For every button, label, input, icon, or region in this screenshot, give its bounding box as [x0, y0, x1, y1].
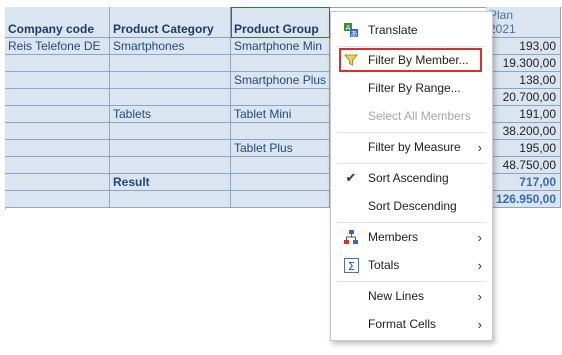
menu-separator — [337, 222, 486, 223]
menu-item-label: Sort Ascending — [368, 171, 449, 185]
cell-company-code[interactable] — [5, 106, 110, 123]
header-product-group[interactable]: Product Group — [231, 7, 330, 38]
menu-item-select-all-members: Select All Members — [331, 103, 492, 129]
menu-item-label: Filter by Measure — [368, 140, 461, 154]
menu-item-label: Translate — [368, 23, 418, 37]
cell-company-code[interactable] — [5, 140, 110, 157]
menu-item-label: Select All Members — [368, 109, 471, 123]
cell-plan-value[interactable]: 195,00 — [486, 140, 561, 157]
chevron-right-icon: › — [477, 139, 482, 155]
cell-product-category[interactable] — [110, 72, 231, 89]
header-product-category[interactable]: Product Category — [110, 7, 231, 38]
menu-separator — [337, 163, 486, 164]
menu-item-totals[interactable]: Σ Totals › — [331, 252, 492, 278]
cell-plan-value[interactable]: 193,00 — [486, 38, 561, 55]
cell-product-group[interactable]: Tablet Plus — [231, 140, 330, 157]
context-menu: A あ Translate Filter By Member... Filter… — [330, 11, 493, 341]
cell-product-group[interactable]: Tablet Mini — [231, 106, 330, 123]
cell-product-group[interactable] — [231, 174, 330, 191]
hierarchy-icon — [343, 229, 359, 245]
menu-item-label: Filter By Member... — [368, 53, 469, 67]
menu-item-members[interactable]: Members › — [331, 224, 492, 250]
cell-product-category[interactable] — [110, 123, 231, 140]
cell-company-code[interactable] — [5, 72, 110, 89]
cell-product-category[interactable] — [110, 140, 231, 157]
menu-item-format-cells[interactable]: Format Cells › — [331, 311, 492, 337]
cell-product-group[interactable] — [231, 123, 330, 140]
cell-company-code[interactable] — [5, 174, 110, 191]
cell-company-code[interactable] — [5, 123, 110, 140]
cell-product-group[interactable] — [231, 157, 330, 174]
menu-separator — [337, 132, 486, 133]
cell-product-group[interactable] — [231, 55, 330, 72]
cell-product-category[interactable]: Tablets — [110, 106, 231, 123]
cell-plan-value[interactable]: 138,00 — [486, 72, 561, 89]
funnel-icon — [343, 52, 359, 68]
menu-item-label: Totals — [368, 258, 400, 272]
header-plan-label: Plan — [489, 8, 514, 22]
cell-product-category[interactable]: Result — [110, 174, 231, 191]
menu-item-new-lines[interactable]: New Lines › — [331, 283, 492, 309]
menu-item-filter-by-member[interactable]: Filter By Member... — [331, 47, 492, 73]
cell-plan-value[interactable]: 20.700,00 — [486, 89, 561, 106]
menu-item-label: Members — [368, 230, 419, 244]
cell-company-code[interactable] — [5, 55, 110, 72]
menu-item-filter-by-measure[interactable]: Filter by Measure › — [331, 134, 492, 160]
chevron-right-icon: › — [477, 316, 482, 332]
cell-plan-value[interactable]: 48.750,00 — [486, 157, 561, 174]
menu-item-label: Sort Descending — [368, 199, 457, 213]
chevron-right-icon: › — [477, 257, 482, 273]
menu-item-sort-descending[interactable]: Sort Descending — [331, 193, 492, 219]
cell-company-code[interactable] — [5, 89, 110, 106]
cell-product-category[interactable] — [110, 89, 231, 106]
menu-item-translate[interactable]: A あ Translate — [331, 17, 492, 43]
cell-plan-value[interactable]: 38.200,00 — [486, 123, 561, 140]
sigma-icon: Σ — [343, 257, 359, 273]
cell-product-group[interactable]: Smartphone Min — [231, 38, 330, 55]
cell-product-group[interactable] — [231, 191, 330, 208]
header-plan-2021[interactable]: Plan 2021 — [486, 7, 561, 38]
cell-company-code[interactable] — [5, 191, 110, 208]
cell-company-code[interactable] — [5, 157, 110, 174]
cell-product-group[interactable] — [231, 89, 330, 106]
check-icon: ✔ — [345, 170, 357, 185]
cell-product-category[interactable] — [110, 55, 231, 72]
translate-icon: A あ — [343, 22, 359, 38]
chevron-right-icon: › — [477, 229, 482, 245]
menu-separator — [337, 281, 486, 282]
cell-product-category[interactable] — [110, 191, 231, 208]
chevron-right-icon: › — [477, 288, 482, 304]
header-year-label: 2021 — [489, 22, 516, 36]
header-company-code[interactable]: Company code — [5, 7, 110, 38]
cell-company-code[interactable]: Reis Telefone DE — [5, 38, 110, 55]
cell-product-group[interactable]: Smartphone Plus — [231, 72, 330, 89]
cell-product-category[interactable]: Smartphones — [110, 38, 231, 55]
menu-item-filter-by-range[interactable]: Filter By Range... — [331, 75, 492, 101]
cell-plan-value[interactable]: 191,00 — [486, 106, 561, 123]
menu-item-sort-ascending[interactable]: ✔ Sort Ascending — [331, 165, 492, 191]
svg-text:Σ: Σ — [348, 260, 355, 273]
menu-item-label: Format Cells — [368, 317, 437, 331]
cell-plan-value[interactable]: 19.300,00 — [486, 55, 561, 72]
cell-product-category[interactable] — [110, 157, 231, 174]
cell-plan-value[interactable]: 126.950,00 — [486, 191, 561, 208]
cell-plan-value[interactable]: 717,00 — [486, 174, 561, 191]
menu-item-label: New Lines — [368, 289, 425, 303]
svg-text:あ: あ — [351, 30, 358, 38]
menu-item-label: Filter By Range... — [368, 81, 461, 95]
